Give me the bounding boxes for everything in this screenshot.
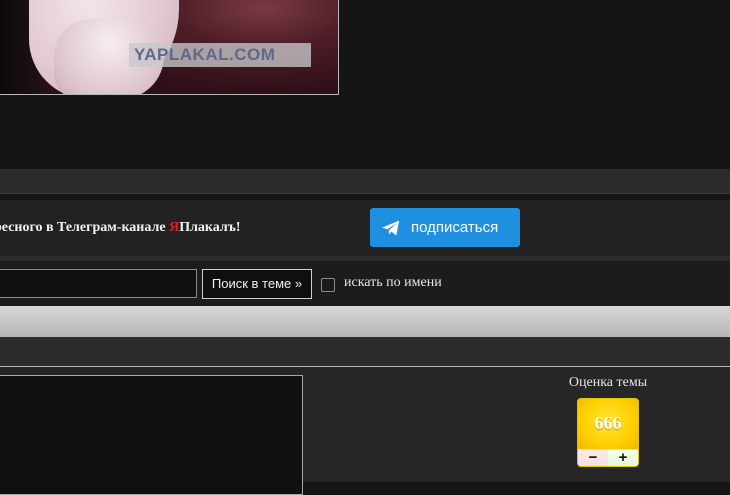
search-in-topic-button[interactable]: Поиск в теме » bbox=[202, 269, 312, 299]
image-watermark: YAPLAKAL.COM bbox=[129, 43, 311, 67]
search-by-name-checkbox[interactable] bbox=[321, 278, 335, 292]
search-input[interactable] bbox=[0, 269, 197, 298]
post-image[interactable]: YAPLAKAL.COM bbox=[0, 0, 339, 95]
subscribe-label: подписаться bbox=[411, 219, 499, 236]
divider bbox=[0, 193, 730, 194]
rating-plus-button[interactable]: + bbox=[608, 450, 638, 466]
section-header-bar bbox=[0, 306, 730, 337]
telegram-promo: ресного в Телеграм-канале ЯПлакалъ! подп… bbox=[0, 200, 730, 256]
separator-bar bbox=[0, 169, 730, 193]
promo-text-start: ресного в Телеграм-канале bbox=[0, 220, 170, 235]
telegram-promo-text: ресного в Телеграм-канале ЯПлакалъ! bbox=[0, 220, 241, 236]
telegram-subscribe-button[interactable]: подписаться bbox=[370, 208, 520, 247]
topic-search-bar: Поиск в теме » искать по имени bbox=[0, 261, 730, 306]
brand-name: Плакалъ! bbox=[179, 220, 241, 235]
rating-title: Оценка темы bbox=[568, 375, 648, 390]
topic-rating-widget: 666 − + bbox=[577, 398, 639, 467]
post-content-box bbox=[0, 375, 303, 495]
telegram-plane-icon bbox=[382, 220, 400, 235]
brand-letter: Я bbox=[169, 220, 180, 235]
rating-score: 666 bbox=[578, 399, 638, 449]
topic-footer: Оценка темы 666 − + bbox=[0, 367, 730, 495]
rating-controls: − + bbox=[578, 449, 638, 466]
rating-minus-button[interactable]: − bbox=[578, 450, 608, 466]
separator-bar bbox=[0, 337, 730, 366]
search-by-name-label: искать по имени bbox=[344, 275, 442, 290]
